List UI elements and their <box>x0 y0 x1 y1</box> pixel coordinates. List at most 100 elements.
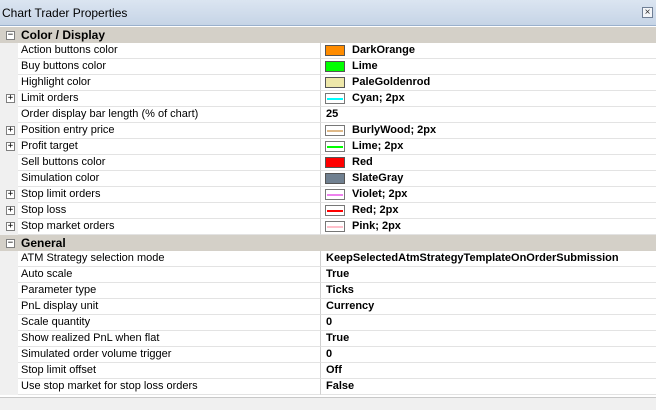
property-name: Show realized PnL when flat <box>18 331 321 347</box>
row-gutter <box>0 155 18 171</box>
property-value-text: Lime <box>352 60 378 72</box>
row-gutter <box>0 75 18 91</box>
property-value-text: BurlyWood; 2px <box>352 124 437 136</box>
property-value-text: KeepSelectedAtmStrategyTemplateOnOrderSu… <box>326 252 619 264</box>
close-icon[interactable]: × <box>642 7 653 18</box>
property-row[interactable]: ATM Strategy selection mode KeepSelectedA… <box>0 251 656 267</box>
property-row[interactable]: Simulation color SlateGray <box>0 171 656 187</box>
property-name: Use stop market for stop loss orders <box>18 379 321 395</box>
property-value[interactable]: Violet; 2px <box>321 187 656 203</box>
row-gutter <box>0 347 18 363</box>
property-row[interactable]: Show realized PnL when flat True <box>0 331 656 347</box>
property-value[interactable]: Red <box>321 155 656 171</box>
property-row[interactable]: Action buttons color DarkOrange <box>0 43 656 59</box>
collapse-icon[interactable]: − <box>6 239 15 248</box>
property-value[interactable]: 25 <box>321 107 656 123</box>
property-value-text: Pink; 2px <box>352 220 401 232</box>
property-value[interactable]: PaleGoldenrod <box>321 75 656 91</box>
expand-icon[interactable]: + <box>6 206 15 215</box>
property-name: Buy buttons color <box>18 59 321 75</box>
property-value[interactable]: Lime; 2px <box>321 139 656 155</box>
property-row[interactable]: + Position entry price BurlyWood; 2px <box>0 123 656 139</box>
description-panel <box>0 397 656 410</box>
property-row[interactable]: + Stop loss Red; 2px <box>0 203 656 219</box>
category-header[interactable]: − Color / Display <box>0 27 656 43</box>
property-value-text: Ticks <box>326 284 354 296</box>
property-row[interactable]: Use stop market for stop loss orders Fals… <box>0 379 656 395</box>
color-swatch <box>325 77 345 88</box>
property-row[interactable]: + Stop market orders Pink; 2px <box>0 219 656 235</box>
property-row[interactable]: Sell buttons color Red <box>0 155 656 171</box>
property-row[interactable]: + Limit orders Cyan; 2px <box>0 91 656 107</box>
row-gutter <box>0 379 18 395</box>
property-row[interactable]: Simulated order volume trigger 0 <box>0 347 656 363</box>
row-gutter <box>0 251 18 267</box>
property-value[interactable]: 0 <box>321 315 656 331</box>
row-gutter <box>0 107 18 123</box>
row-gutter: + <box>0 123 18 139</box>
category-header[interactable]: − General <box>0 235 656 251</box>
property-row[interactable]: Highlight color PaleGoldenrod <box>0 75 656 91</box>
property-name: Auto scale <box>18 267 321 283</box>
stroke-swatch <box>325 221 345 232</box>
property-value[interactable]: Currency <box>321 299 656 315</box>
property-row[interactable]: + Stop limit orders Violet; 2px <box>0 187 656 203</box>
property-grid: − Color / Display Action buttons color Dark… <box>0 27 656 397</box>
property-value[interactable]: BurlyWood; 2px <box>321 123 656 139</box>
color-swatch <box>325 157 345 168</box>
stroke-line <box>327 226 343 228</box>
row-gutter: + <box>0 187 18 203</box>
property-value-text: Lime; 2px <box>352 140 404 152</box>
property-value[interactable]: True <box>321 267 656 283</box>
expand-icon[interactable]: + <box>6 142 15 151</box>
property-value[interactable]: Pink; 2px <box>321 219 656 235</box>
expand-icon[interactable]: + <box>6 94 15 103</box>
property-row[interactable]: Parameter type Ticks <box>0 283 656 299</box>
property-row[interactable]: Order display bar length (% of chart) 25 <box>0 107 656 123</box>
property-row[interactable]: Scale quantity 0 <box>0 315 656 331</box>
property-name: Position entry price <box>18 123 321 139</box>
property-value[interactable]: 0 <box>321 347 656 363</box>
property-value-text: Cyan; 2px <box>352 92 405 104</box>
color-swatch <box>325 45 345 56</box>
color-swatch <box>325 173 345 184</box>
property-value[interactable]: False <box>321 379 656 395</box>
property-value-text: PaleGoldenrod <box>352 76 431 88</box>
property-name: Highlight color <box>18 75 321 91</box>
row-gutter <box>0 59 18 75</box>
property-value[interactable]: KeepSelectedAtmStrategyTemplateOnOrderSu… <box>321 251 656 267</box>
property-value-text: Currency <box>326 300 375 312</box>
row-gutter: + <box>0 203 18 219</box>
category-label: Color / Display <box>21 28 106 42</box>
stroke-line <box>327 194 343 196</box>
property-row[interactable]: Stop limit offset Off <box>0 363 656 379</box>
expand-icon[interactable]: + <box>6 126 15 135</box>
row-gutter <box>0 331 18 347</box>
collapse-icon[interactable]: − <box>6 31 15 40</box>
property-value[interactable]: Ticks <box>321 283 656 299</box>
property-value-text: 0 <box>326 316 333 328</box>
color-swatch <box>325 61 345 72</box>
property-row[interactable]: + Profit target Lime; 2px <box>0 139 656 155</box>
row-gutter <box>0 171 18 187</box>
property-value[interactable]: Off <box>321 363 656 379</box>
row-gutter: + <box>0 219 18 235</box>
property-value[interactable]: Lime <box>321 59 656 75</box>
property-name: Simulated order volume trigger <box>18 347 321 363</box>
property-value[interactable]: Red; 2px <box>321 203 656 219</box>
property-name: ATM Strategy selection mode <box>18 251 321 267</box>
property-value[interactable]: DarkOrange <box>321 43 656 59</box>
row-gutter <box>0 267 18 283</box>
expand-icon[interactable]: + <box>6 222 15 231</box>
property-value[interactable]: Cyan; 2px <box>321 91 656 107</box>
property-row[interactable]: Buy buttons color Lime <box>0 59 656 75</box>
property-name: Parameter type <box>18 283 321 299</box>
property-row[interactable]: Auto scale True <box>0 267 656 283</box>
property-value[interactable]: True <box>321 331 656 347</box>
property-row[interactable]: PnL display unit Currency <box>0 299 656 315</box>
expand-icon[interactable]: + <box>6 190 15 199</box>
stroke-swatch <box>325 125 345 136</box>
property-value-text: True <box>326 268 350 280</box>
row-gutter <box>0 299 18 315</box>
property-value[interactable]: SlateGray <box>321 171 656 187</box>
